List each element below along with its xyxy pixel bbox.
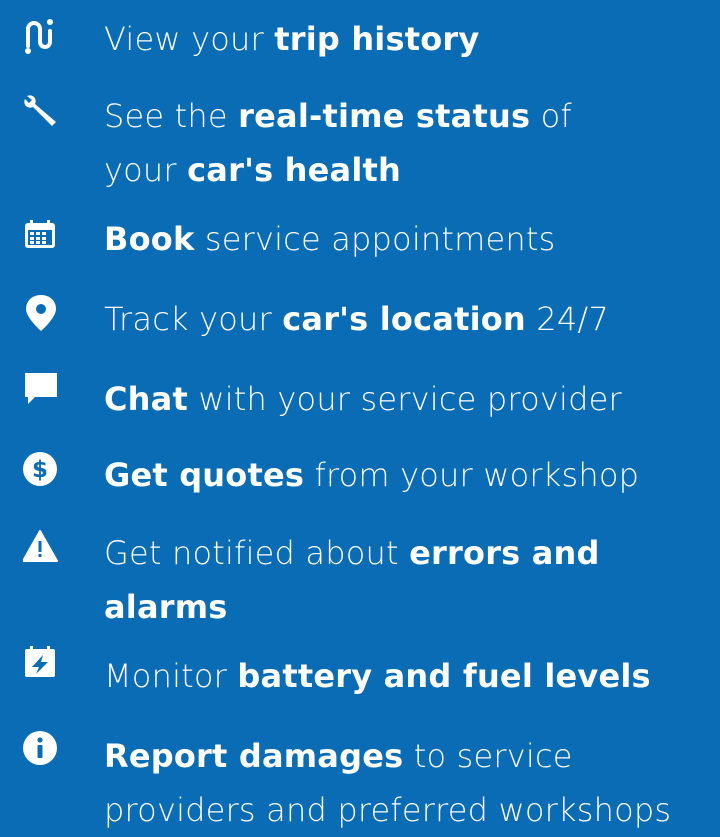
feature-text-regular: from your workshop (304, 456, 640, 494)
feature-text: Chat with your service provider (104, 372, 714, 426)
feature-text-bold: Report damages (104, 737, 404, 775)
feature-text-bold: errors and (409, 534, 600, 572)
feature-text: Book service appointments (104, 212, 714, 266)
dollar-icon: $ (23, 452, 63, 492)
svg-text:$: $ (32, 457, 48, 483)
warning-icon (23, 530, 63, 570)
info-icon (23, 731, 63, 771)
feature-text: Get quotes from your workshop (104, 448, 714, 502)
feature-text-bold: trip history (274, 20, 480, 58)
feature-text-regular: of (530, 97, 572, 135)
feature-text-bold: Chat (104, 380, 188, 418)
feature-text-bold: alarms (104, 588, 228, 626)
feature-text-regular: Track your (104, 300, 283, 338)
feature-text-regular: your (104, 151, 188, 189)
feature-text: Get notified about errors and alarms (104, 526, 714, 634)
feature-text-regular: Get notified about (104, 534, 410, 572)
feature-text-bold: car's health (187, 151, 401, 189)
feature-text: Track your car's location 24/7 (104, 292, 714, 346)
feature-text-regular: providers and preferred workshops (104, 791, 672, 829)
feature-text: Report damages to service providers and p… (104, 729, 714, 837)
feature-text-regular: with your service provider (187, 380, 622, 418)
feature-text-regular: service appointments (194, 220, 556, 258)
battery-calendar-icon (23, 646, 63, 686)
feature-text-regular: View your (104, 20, 275, 58)
feature-text-regular: to service (403, 737, 573, 775)
feature-text-bold: Book (104, 220, 195, 258)
route-icon (23, 18, 63, 58)
feature-text: Monitor battery and fuel levels (104, 649, 714, 703)
location-pin-icon (23, 295, 63, 335)
feature-text-regular: Monitor (104, 657, 238, 695)
feature-text: View your trip history (104, 12, 714, 66)
wrench-icon (23, 92, 63, 132)
feature-text-regular: See the (104, 97, 239, 135)
feature-text-bold: Get quotes (104, 456, 305, 494)
feature-text-bold: real-time status (238, 97, 531, 135)
feature-list: View your trip history See the real-time… (0, 0, 720, 829)
feature-text-regular: 24/7 (525, 300, 609, 338)
feature-text: See the real-time status of your car's he… (104, 89, 714, 197)
chat-icon (23, 373, 63, 413)
feature-text-bold: battery and fuel levels (237, 657, 651, 695)
feature-text-bold: car's location (282, 300, 526, 338)
calendar-icon (23, 220, 63, 260)
